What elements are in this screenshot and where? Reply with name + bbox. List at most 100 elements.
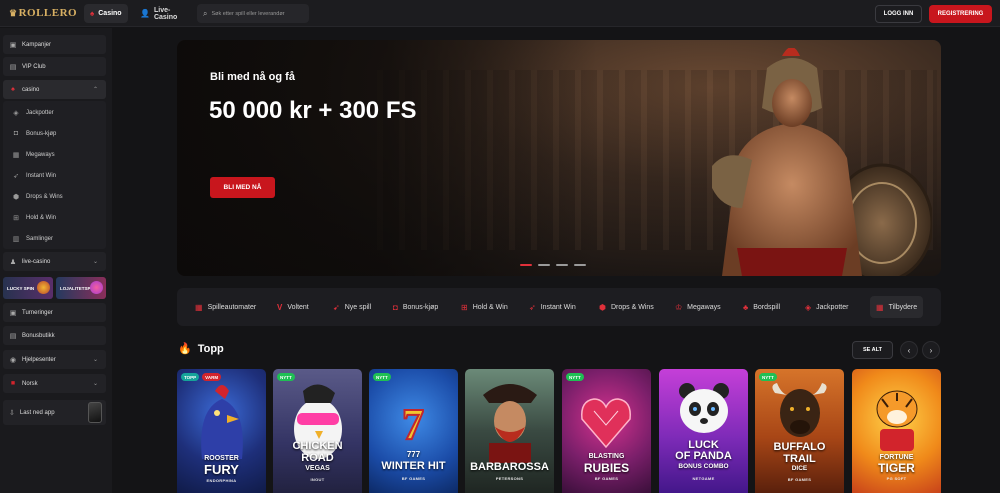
- category-instant-win[interactable]: ➶ Instant Win: [523, 296, 582, 318]
- sidebar-subitem-hold-win[interactable]: ⊞ Hold & Win: [12, 209, 104, 226]
- see-all-button[interactable]: SE ALT: [852, 341, 893, 359]
- sidebar-item-hjelpesenter[interactable]: ◉ Hjelpesenter ⌄: [3, 350, 106, 369]
- sidebar-subitem-bonus-kjop[interactable]: ◘ Bonus-kjøp: [12, 125, 104, 142]
- promo-loyalty[interactable]: LOJALITETSPR: [56, 277, 106, 299]
- sidebar-subitem-label: Jackpotter: [26, 109, 54, 116]
- game-tile-777-winter-hit[interactable]: 7 NYTT 777 WINTER HIT BF GAMES: [369, 369, 458, 493]
- sidebar-subitem-label: Hold & Win: [26, 214, 57, 221]
- game-tile-luck-of-panda[interactable]: LUCK OF PANDA BONUS COMBO NETGAME: [659, 369, 748, 493]
- category-label: Instant Win: [540, 303, 576, 311]
- chevron-up-icon: ⌃: [92, 87, 98, 93]
- badge-varm: VARM: [202, 373, 222, 381]
- sidebar-subitem-instant-win[interactable]: ➶ Instant Win: [12, 167, 104, 184]
- game-tile-fortune-tiger[interactable]: FORTUNE TIGER PG SOFT: [852, 369, 941, 493]
- badge-nytt: NYTT: [373, 373, 391, 381]
- sidebar-item-vip[interactable]: ▤ VIP Club: [3, 57, 106, 76]
- category-label: Spilleautomater: [207, 303, 257, 311]
- game-tile-barbarossa[interactable]: BARBAROSSA PETERSONS: [465, 369, 554, 493]
- category-nye-spill[interactable]: ➹ Nye spill: [327, 296, 377, 318]
- game-title-line2: TIGER: [878, 461, 915, 475]
- sidebar-item-language[interactable]: ■ Norsk ⌄: [3, 374, 106, 393]
- sidebar-item-bonusbutikk[interactable]: ▤ Bonusbutikk: [3, 326, 106, 345]
- category-drops-wins[interactable]: ⬢ Drops & Wins: [593, 296, 660, 318]
- category-label: Hold & Win: [472, 303, 508, 311]
- login-button[interactable]: LOGG INN: [875, 5, 922, 23]
- jackpot-icon: ◈: [805, 302, 812, 312]
- carousel-dot[interactable]: [556, 264, 568, 266]
- chevron-left-icon: ‹: [907, 345, 911, 355]
- badge-nytt: NYTT: [759, 373, 777, 381]
- game-badges: NYTT: [759, 373, 777, 381]
- game-tile-rooster-fury[interactable]: TOPP VARM ROOSTER FURY ENDORPHINA: [177, 369, 266, 493]
- carousel-dot[interactable]: [574, 264, 586, 266]
- category-megaways[interactable]: ♔ Megaways: [669, 296, 727, 318]
- game-provider: ENDORPHINA: [206, 478, 237, 483]
- sidebar-subitem-megaways[interactable]: ▦ Megaways: [12, 146, 104, 163]
- slot-icon: ▦: [195, 302, 203, 312]
- person-icon: ♟: [9, 258, 17, 266]
- category-label: Megaways: [687, 303, 721, 311]
- sidebar-item-casino[interactable]: ♠ casino ⌃: [3, 80, 106, 99]
- category-label: Jackpotter: [816, 303, 849, 311]
- game-provider: BF GAMES: [787, 477, 812, 482]
- sidebar-subitem-label: Drops & Wins: [26, 193, 63, 200]
- phone-icon: [88, 402, 102, 423]
- promo-lucky-spin[interactable]: LUCKY SPIN: [3, 277, 53, 299]
- category-tilbydere[interactable]: ▦ Tilbydere: [870, 296, 924, 318]
- tab-casino[interactable]: ♠ Casino: [84, 4, 128, 23]
- game-badges: NYTT: [566, 373, 584, 381]
- logo[interactable]: ♛ROLLERO: [9, 7, 77, 19]
- badge-nytt: NYTT: [566, 373, 584, 381]
- game-tile-buffalo-trail-dice[interactable]: NYTT BUFFALO TRAIL DICE BF GAMES: [755, 369, 844, 493]
- hero-banner[interactable]: Bli med nå og få 50 000 kr + 300 FS BLI …: [177, 40, 941, 276]
- flag-norway-icon: ■: [10, 380, 16, 387]
- game-badges: NYTT: [277, 373, 295, 381]
- carousel-dot[interactable]: [538, 264, 550, 266]
- vip-icon: ▤: [9, 63, 17, 71]
- download-icon: ⇩: [9, 409, 15, 417]
- sidebar: ▣ Kampanjer ▤ VIP Club ♠ casino ⌃ ◈ Jackpotte…: [0, 28, 112, 493]
- help-icon: ◉: [9, 356, 17, 364]
- category-label: Nye spill: [344, 303, 372, 311]
- badge-nytt: NYTT: [277, 373, 295, 381]
- category-spilleautomater[interactable]: ▦ Spilleautomater: [189, 296, 262, 318]
- carousel-next-button[interactable]: ›: [922, 341, 940, 359]
- sidebar-subitem-drops-wins[interactable]: ⬢ Drops & Wins: [12, 188, 104, 205]
- search-box[interactable]: ⌕: [197, 4, 309, 23]
- sidebar-item-live-casino[interactable]: ♟ live-casino ⌄: [3, 252, 106, 271]
- carousel-prev-button[interactable]: ‹: [900, 341, 918, 359]
- game-tile-blasting-rubies[interactable]: NYTT BLASTING RUBIES BF GAMES: [562, 369, 651, 493]
- category-jackpotter[interactable]: ◈ Jackpotter: [799, 296, 854, 318]
- pirate-illustration: [483, 384, 537, 463]
- sidebar-item-label: VIP Club: [22, 63, 46, 70]
- category-label: Bonus-kjøp: [402, 303, 439, 311]
- sidebar-item-kampanjer[interactable]: ▣ Kampanjer: [3, 35, 106, 54]
- category-voltent[interactable]: V Voltent: [271, 296, 315, 318]
- search-input[interactable]: [211, 10, 303, 17]
- panda-illustration: [679, 383, 729, 433]
- join-now-button[interactable]: BLI MED NÅ: [210, 177, 275, 198]
- gladiator-illustration: [712, 48, 932, 276]
- sidebar-item-label: Turneringer: [22, 309, 53, 316]
- top-bar: ♛ROLLERO ♠Casino 👤Live-Casino ⌕ LOGG INN…: [0, 0, 1000, 27]
- category-bordspill[interactable]: ♣ Bordspill: [737, 296, 786, 318]
- hero-title: 50 000 kr + 300 FS: [209, 97, 417, 124]
- chevron-down-icon: ⌄: [92, 381, 98, 387]
- tab-live-casino[interactable]: 👤 Live-Casino: [134, 4, 192, 23]
- category-bonus-kjop[interactable]: ◘ Bonus-kjøp: [387, 296, 444, 318]
- download-app-tile[interactable]: ⇩ Last ned app: [3, 400, 106, 425]
- spade-icon: ♠: [11, 86, 15, 93]
- sidebar-item-turneringer[interactable]: ▣ Turneringer: [3, 303, 106, 322]
- sidebar-subitem-samlinger[interactable]: ▥ Samlinger: [12, 230, 104, 247]
- sidebar-subitem-jackpotter[interactable]: ◈ Jackpotter: [12, 104, 104, 121]
- carousel-dot[interactable]: [520, 264, 532, 266]
- providers-icon: ▦: [876, 302, 884, 312]
- game-badges: NYTT: [373, 373, 391, 381]
- category-hold-win[interactable]: ⊞ Hold & Win: [455, 296, 514, 318]
- game-provider: INOUT: [310, 477, 325, 482]
- game-tile-chicken-road-vegas[interactable]: NYTT CHICKEN ROAD VEGAS INOUT: [273, 369, 362, 493]
- table-games-icon: ♣: [743, 302, 749, 312]
- register-button[interactable]: REGISTRERING: [929, 5, 992, 23]
- crown-icon: ♛: [9, 8, 18, 18]
- carousel-dots: [520, 264, 586, 266]
